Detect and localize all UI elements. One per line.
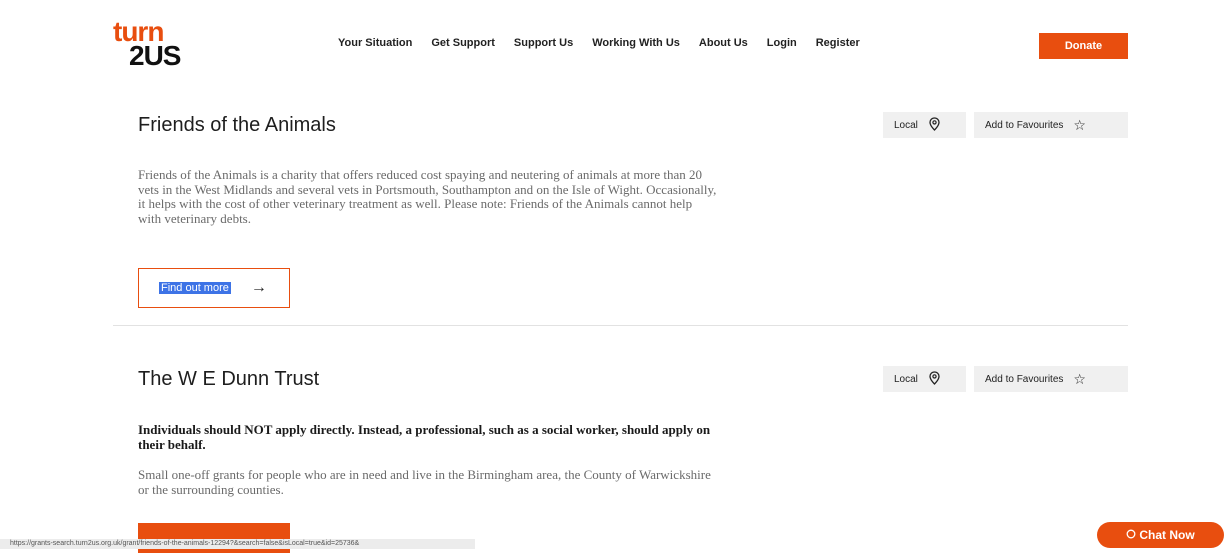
nav-get-support[interactable]: Get Support [431, 37, 495, 49]
nav-about-us[interactable]: About Us [699, 37, 748, 49]
star-icon: ☆ [1073, 117, 1086, 133]
logo-line-2: 2US [129, 40, 181, 71]
local-button[interactable]: Local [883, 112, 966, 138]
nav-register[interactable]: Register [816, 37, 860, 49]
card-title: The W E Dunn Trust [138, 368, 320, 390]
nav-support-us[interactable]: Support Us [514, 37, 573, 49]
local-label: Local [894, 373, 918, 385]
nav-working-with-us[interactable]: Working With Us [592, 37, 680, 49]
chat-now-label: Chat Now [1139, 528, 1195, 542]
main-nav: Your Situation Get Support Support Us Wo… [338, 37, 879, 49]
location-pin-icon [928, 371, 941, 387]
local-button[interactable]: Local [883, 366, 966, 392]
find-out-more-button[interactable]: Find out more → [138, 268, 290, 308]
turn2us-logo[interactable]: turn 2US [113, 18, 205, 70]
nav-login[interactable]: Login [767, 37, 797, 49]
add-to-favourites-button[interactable]: Add to Favourites ☆ [974, 112, 1128, 138]
add-to-favourites-button[interactable]: Add to Favourites ☆ [974, 366, 1128, 392]
favourites-label: Add to Favourites [985, 373, 1064, 385]
donate-button[interactable]: Donate [1039, 33, 1128, 59]
local-label: Local [894, 119, 918, 131]
card-description: Friends of the Animals is a charity that… [138, 167, 717, 226]
nav-your-situation[interactable]: Your Situation [338, 37, 412, 49]
arrow-right-icon: → [250, 279, 267, 296]
star-icon: ☆ [1073, 371, 1086, 387]
card-title: Friends of the Animals [138, 114, 336, 136]
chat-bubble-icon [1126, 529, 1136, 542]
status-bar-url: https://grants-search.turn2us.org.uk/gra… [0, 539, 475, 549]
card-divider [113, 325, 1128, 326]
favourites-label: Add to Favourites [985, 119, 1064, 131]
location-pin-icon [928, 117, 941, 133]
card-notice: Individuals should NOT apply directly. I… [138, 422, 711, 452]
card-description: Small one-off grants for people who are … [138, 467, 711, 497]
find-out-more-label: Find out more [159, 282, 231, 294]
chat-now-button[interactable]: Chat Now [1097, 522, 1224, 548]
